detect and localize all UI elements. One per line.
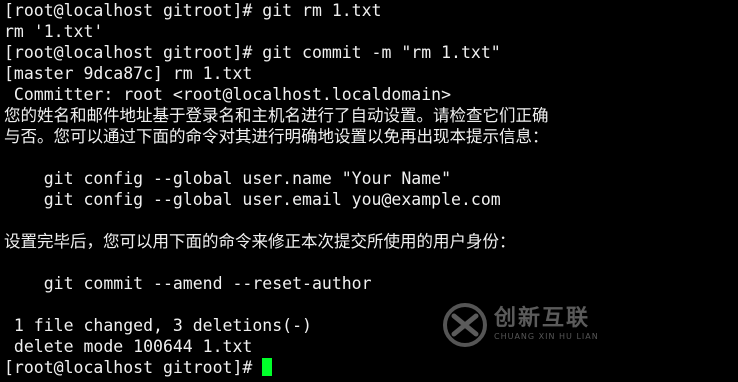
watermark-brand-subtext: CHUANG XIN HU LIAN <box>494 332 599 341</box>
terminal-prompt-line[interactable]: [root@localhost gitroot]# <box>4 357 738 378</box>
terminal-line: Committer: root <root@localhost.localdom… <box>4 85 452 104</box>
terminal-line: 您的姓名和邮件地址基于登录名和主机名进行了自动设置。请检查它们正确 <box>4 106 549 125</box>
terminal-line: [root@localhost gitroot]# git rm 1.txt <box>4 1 382 20</box>
terminal-line: git config --global user.name "Your Name… <box>4 169 452 188</box>
terminal-window[interactable]: [root@localhost gitroot]# git rm 1.txt r… <box>0 0 738 382</box>
terminal-line: rm '1.txt' <box>4 22 104 41</box>
watermark: 创新互联 CHUANG XIN HU LIAN <box>442 302 642 348</box>
terminal-prompt: [root@localhost gitroot]# <box>4 358 263 377</box>
terminal-line: 与否。您可以通过下面的命令对其进行明确地设置以免再出现本提示信息： <box>4 127 549 146</box>
terminal-cursor <box>262 358 273 376</box>
watermark-brand-text: 创新互联 <box>494 306 591 331</box>
terminal-line: 设置完毕后，您可以用下面的命令来修正本次提交所使用的用户身份： <box>4 232 516 251</box>
watermark-logo-icon <box>443 303 487 347</box>
terminal-line: git config --global user.email you@examp… <box>4 190 501 209</box>
terminal-line: git commit --amend --reset-author <box>4 274 372 293</box>
terminal-line: [root@localhost gitroot]# git commit -m … <box>4 43 501 62</box>
terminal-line: [master 9dca87c] rm 1.txt <box>4 64 253 83</box>
